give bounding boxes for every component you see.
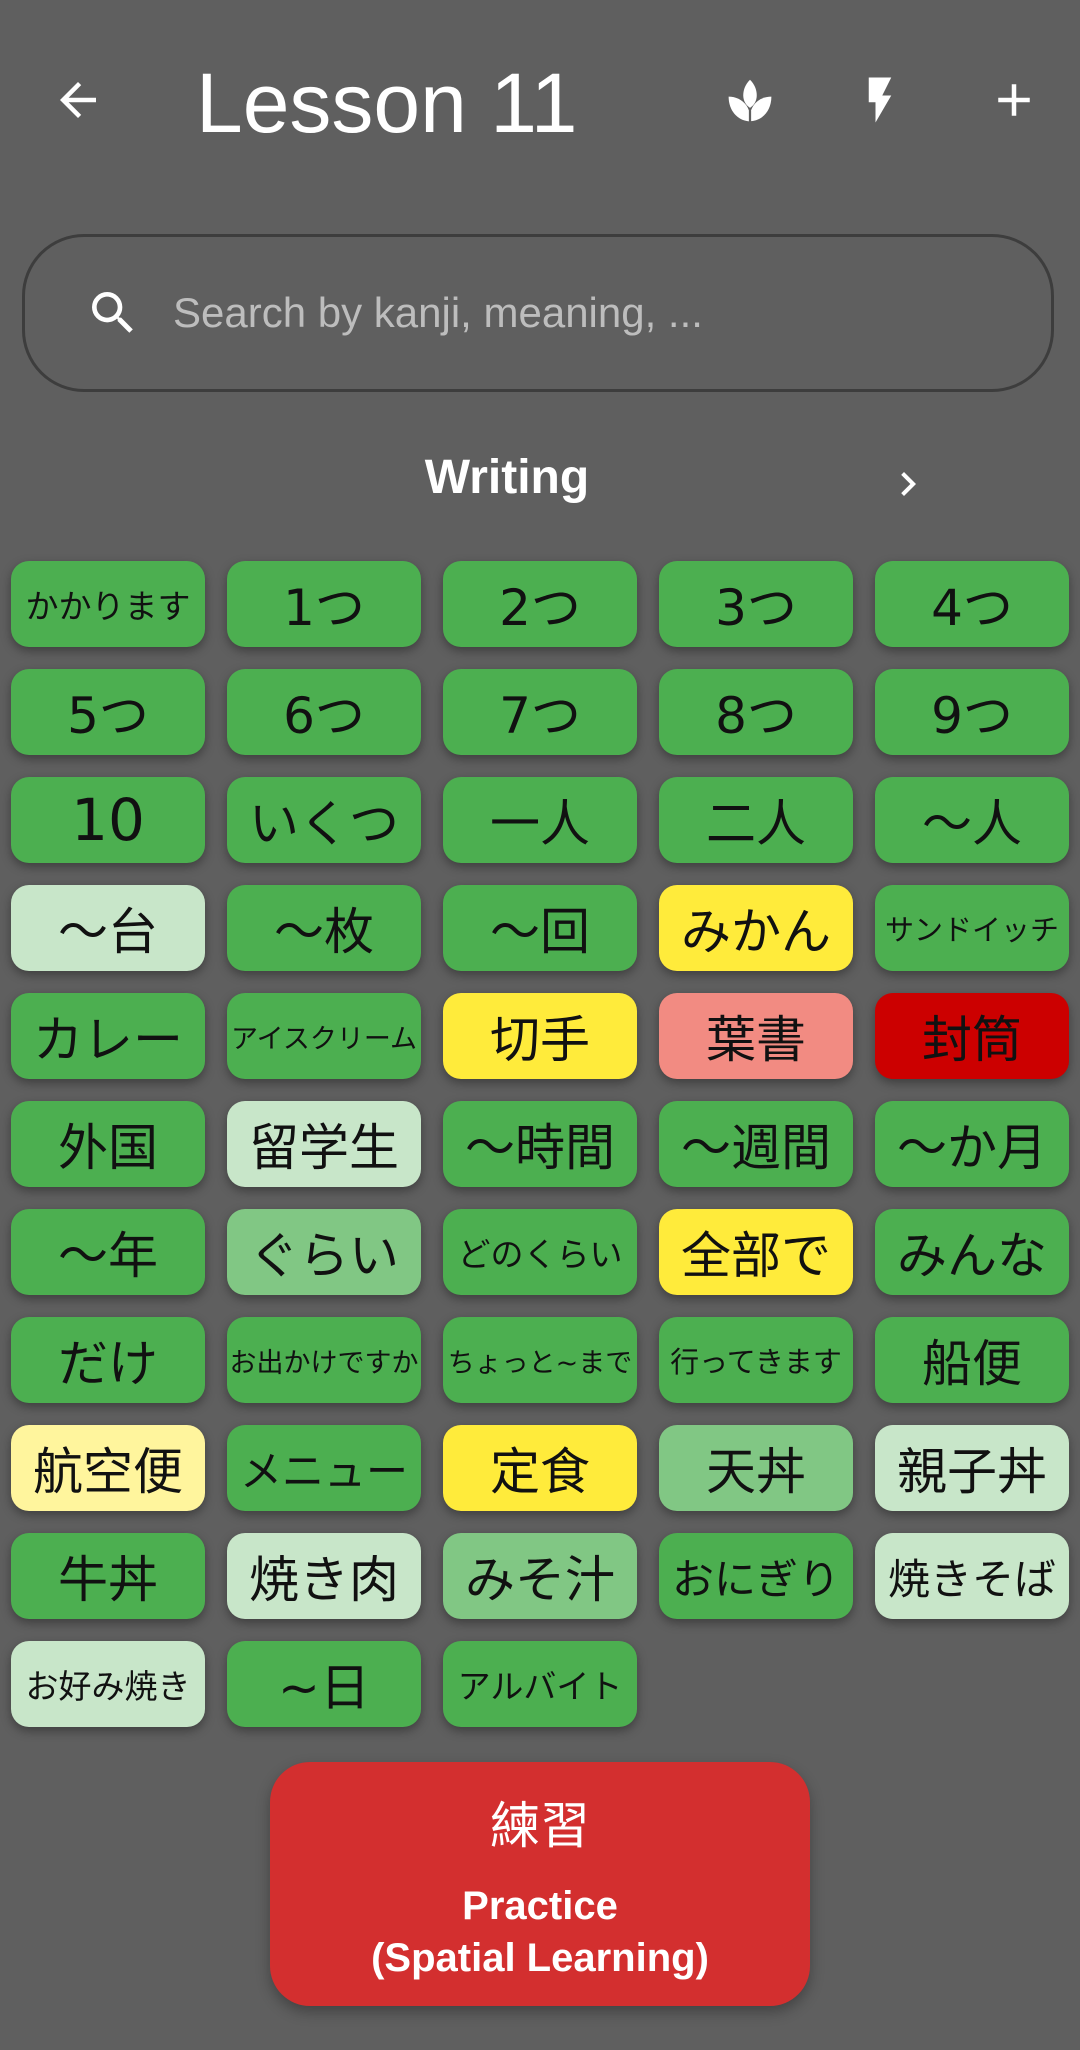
vocab-tile[interactable]: ～台 <box>11 885 205 971</box>
vocab-tile[interactable]: 封筒 <box>875 993 1069 1079</box>
vocab-tile[interactable]: 一人 <box>443 777 637 863</box>
top-app-bar: Lesson 11 <box>0 0 1080 200</box>
flash-icon <box>868 77 892 123</box>
search-icon <box>92 292 133 333</box>
vocab-tile[interactable]: ～人 <box>875 777 1069 863</box>
vocab-tile[interactable]: どのくらい <box>443 1209 637 1295</box>
vocab-tile[interactable]: みそ汁 <box>443 1533 637 1619</box>
practice-button[interactable]: 練習 Practice (Spatial Learning) <box>270 1762 810 2006</box>
page-title: Lesson 11 <box>196 56 578 150</box>
vocab-tile[interactable]: 9つ <box>875 669 1069 755</box>
vocab-tile[interactable]: 天丼 <box>659 1425 853 1511</box>
vocab-tile[interactable]: 牛丼 <box>11 1533 205 1619</box>
vocab-tile[interactable]: かかります <box>11 561 205 647</box>
lotus-button[interactable] <box>710 60 790 140</box>
vocab-tile[interactable]: お好み焼き <box>11 1641 205 1727</box>
vocab-tile[interactable]: 7つ <box>443 669 637 755</box>
vocab-tile[interactable]: 船便 <box>875 1317 1069 1403</box>
back-button[interactable] <box>38 60 118 140</box>
vocab-tile[interactable]: ～年 <box>11 1209 205 1295</box>
next-section-button[interactable] <box>878 454 938 514</box>
plus-icon <box>998 84 1030 116</box>
vocab-tile[interactable]: みんな <box>875 1209 1069 1295</box>
vocab-tile[interactable]: 2つ <box>443 561 637 647</box>
search-bar <box>22 234 1054 392</box>
vocab-tile[interactable]: アイスクリーム <box>227 993 421 1079</box>
vocab-tile[interactable]: 切手 <box>443 993 637 1079</box>
vocab-tile[interactable]: ~日 <box>227 1641 421 1727</box>
vocab-tile[interactable]: 6つ <box>227 669 421 755</box>
section-title: Writing <box>424 451 590 504</box>
chevron-right-icon <box>901 472 916 496</box>
vocab-tile[interactable]: 焼きそば <box>875 1533 1069 1619</box>
search-input[interactable] <box>171 288 995 338</box>
vocab-tile[interactable]: お出かけですか <box>227 1317 421 1403</box>
vocab-tile[interactable]: 親子丼 <box>875 1425 1069 1511</box>
vocab-tile[interactable]: いくつ <box>227 777 421 863</box>
vocab-tile[interactable]: ぐらい <box>227 1209 421 1295</box>
practice-label: Practice <box>462 1884 618 1928</box>
vocab-tile[interactable]: 行ってきます <box>659 1317 853 1403</box>
vocab-tile[interactable]: 10 <box>11 777 205 863</box>
vocab-tile[interactable]: 二人 <box>659 777 853 863</box>
vocab-tile[interactable]: カレー <box>11 993 205 1079</box>
vocab-tile[interactable]: 8つ <box>659 669 853 755</box>
vocab-tile[interactable]: ～週間 <box>659 1101 853 1187</box>
vocab-tile[interactable]: 定食 <box>443 1425 637 1511</box>
vocab-tile[interactable]: 3つ <box>659 561 853 647</box>
vocab-tile[interactable]: 焼き肉 <box>227 1533 421 1619</box>
vocab-tile[interactable]: 航空便 <box>11 1425 205 1511</box>
add-button[interactable] <box>974 60 1054 140</box>
vocab-tile[interactable]: おにぎり <box>659 1533 853 1619</box>
vocab-tile[interactable]: 外国 <box>11 1101 205 1187</box>
flash-button[interactable] <box>840 60 920 140</box>
vocab-tile[interactable]: 1つ <box>227 561 421 647</box>
practice-sublabel: (Spatial Learning) <box>371 1936 709 1980</box>
vocab-tile[interactable]: みかん <box>659 885 853 971</box>
lotus-icon <box>728 79 772 122</box>
vocab-tile[interactable]: ～回 <box>443 885 637 971</box>
vocab-tile[interactable]: ～時間 <box>443 1101 637 1187</box>
vocab-tile[interactable]: 葉書 <box>659 993 853 1079</box>
vocabulary-grid: かかります 1つ 2つ 3つ 4つ 5つ 6つ 7つ 8つ 9つ 10 いくつ 一人 二人 ～人 ～台 ～枚 ～回… <box>11 561 1071 1727</box>
vocab-tile[interactable]: 全部で <box>659 1209 853 1295</box>
vocab-tile[interactable]: 4つ <box>875 561 1069 647</box>
vocab-tile[interactable]: だけ <box>11 1317 205 1403</box>
vocab-tile[interactable]: ～枚 <box>227 885 421 971</box>
practice-kanji: 練習 <box>490 1797 590 1855</box>
vocab-tile[interactable]: ちょっと~まで <box>443 1317 637 1403</box>
vocab-tile[interactable]: 5つ <box>11 669 205 755</box>
vocab-tile[interactable]: ～か月 <box>875 1101 1069 1187</box>
vocab-tile[interactable]: サンドイッチ <box>875 885 1069 971</box>
back-arrow-icon <box>60 82 96 118</box>
vocab-tile[interactable]: アルバイト <box>443 1641 637 1727</box>
vocab-tile[interactable]: メニュー <box>227 1425 421 1511</box>
vocab-tile[interactable]: 留学生 <box>227 1101 421 1187</box>
